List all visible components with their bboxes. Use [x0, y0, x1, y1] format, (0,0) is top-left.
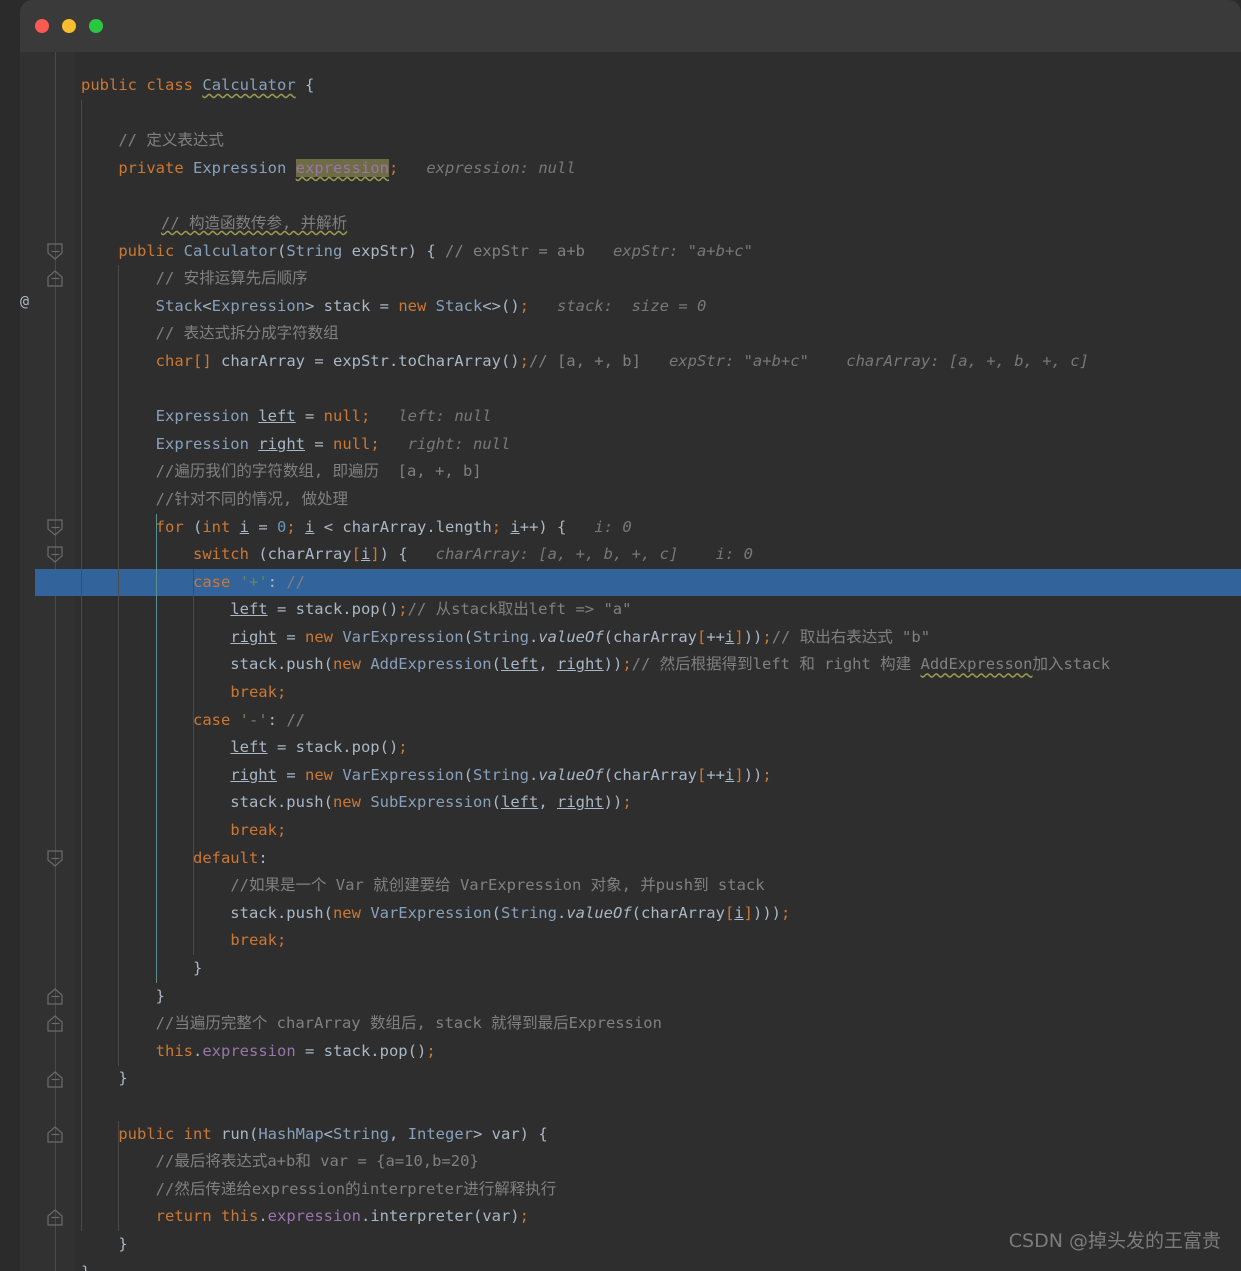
code-line[interactable]: stack.push(new AddExpression(left, right… [75, 651, 1241, 679]
code-line[interactable]: } [75, 983, 1241, 1011]
code-line[interactable] [75, 376, 1241, 404]
code-line[interactable]: case '-': // [75, 707, 1241, 735]
code-line[interactable]: Expression right = null; right: null [75, 431, 1241, 459]
code-line[interactable]: //如果是一个 Var 就创建要给 VarExpression 对象, 并pus… [75, 872, 1241, 900]
minimize-button-icon[interactable] [62, 19, 76, 33]
code-pane[interactable]: public class Calculator { // 定义表达式 priva… [75, 52, 1241, 1271]
code-line[interactable]: break; [75, 679, 1241, 707]
code-line[interactable]: public class Calculator { [75, 72, 1241, 100]
code-line[interactable]: // 安排运算先后顺序 [75, 265, 1241, 293]
code-line[interactable]: this.expression = stack.pop(); [75, 1038, 1241, 1066]
code-line[interactable]: for (int i = 0; i < charArray.length; i+… [75, 514, 1241, 542]
fold-end-icon[interactable] [47, 270, 64, 287]
fold-end-icon[interactable] [47, 1126, 64, 1143]
code-line[interactable]: private Expression expression; expressio… [75, 155, 1241, 183]
editor-body: @ public class Calculator { // 定义表达式 pri… [20, 52, 1241, 1271]
active-scope-guide [155, 513, 157, 983]
code-text[interactable]: public class Calculator { // 定义表达式 priva… [75, 52, 1241, 1271]
csdn-watermark: CSDN @掉头发的王富贵 [1008, 1230, 1221, 1252]
code-line[interactable]: left = stack.pop();// 从stack取出left => "a… [75, 596, 1241, 624]
code-line[interactable]: default: [75, 845, 1241, 873]
fold-collapse-icon[interactable] [47, 546, 64, 563]
editor-outer-gutter[interactable]: @ [20, 52, 35, 1271]
fold-end-icon[interactable] [47, 988, 64, 1005]
code-line[interactable]: Expression left = null; left: null [75, 403, 1241, 431]
fold-collapse-icon[interactable] [47, 518, 64, 536]
code-line[interactable]: case '+': // [75, 569, 1241, 597]
code-line[interactable]: //然后传递给expression的interpreter进行解释执行 [75, 1176, 1241, 1204]
code-line[interactable]: } [75, 1259, 1241, 1271]
code-line[interactable]: } [75, 1065, 1241, 1093]
editor-fold-gutter[interactable] [35, 52, 75, 1271]
code-line[interactable]: right = new VarExpression(String.valueOf… [75, 624, 1241, 652]
fold-collapse-icon[interactable] [47, 242, 64, 260]
code-line[interactable]: char[] charArray = expStr.toCharArray();… [75, 348, 1241, 376]
fold-end-icon[interactable] [47, 1070, 64, 1088]
fold-collapse-icon[interactable] [47, 850, 64, 867]
fold-guide-line [55, 52, 56, 1271]
code-line[interactable]: Stack<Expression> stack = new Stack<>();… [75, 293, 1241, 321]
code-line[interactable]: //针对不同的情况, 做处理 [75, 486, 1241, 514]
code-line[interactable]: stack.push(new SubExpression(left, right… [75, 789, 1241, 817]
fold-end-icon[interactable] [47, 1208, 64, 1226]
code-line[interactable]: stack.push(new VarExpression(String.valu… [75, 900, 1241, 928]
code-line[interactable]: break; [75, 817, 1241, 845]
code-line[interactable]: //最后将表达式a+b和 var = {a=10,b=20} [75, 1148, 1241, 1176]
code-line[interactable] [75, 1093, 1241, 1121]
code-line[interactable]: right = new VarExpression(String.valueOf… [75, 762, 1241, 790]
highlighted-line-gutter [35, 568, 75, 597]
annotation-marker-icon: @ [20, 292, 30, 310]
code-line[interactable]: //遍历我们的字符数组, 即遍历 [a, +, b] [75, 458, 1241, 486]
code-line[interactable]: left = stack.pop(); [75, 734, 1241, 762]
code-line[interactable]: // 构造函数传参, 并解析 [75, 210, 1241, 238]
code-line[interactable]: break; [75, 927, 1241, 955]
code-line[interactable]: } [75, 955, 1241, 983]
code-line[interactable]: public Calculator(String expStr) { // ex… [75, 238, 1241, 266]
code-line[interactable] [75, 182, 1241, 210]
code-line[interactable]: // 定义表达式 [75, 127, 1241, 155]
window-titlebar [20, 0, 1241, 52]
code-line[interactable]: switch (charArray[i]) { charArray: [a, +… [75, 541, 1241, 569]
code-editor-window: @ public class Calculator { // 定义表达式 pri… [20, 0, 1241, 1271]
code-line[interactable]: //当遍历完整个 charArray 数组后, stack 就得到最后Expre… [75, 1010, 1241, 1038]
fold-end-icon[interactable] [47, 1015, 64, 1032]
maximize-button-icon[interactable] [89, 19, 103, 33]
code-line[interactable]: public int run(HashMap<String, Integer> … [75, 1121, 1241, 1149]
code-line[interactable] [75, 100, 1241, 128]
screenshot-root: @ public class Calculator { // 定义表达式 pri… [0, 0, 1241, 1271]
code-line[interactable]: // 表达式拆分成字符数组 [75, 320, 1241, 348]
close-button-icon[interactable] [35, 19, 49, 33]
